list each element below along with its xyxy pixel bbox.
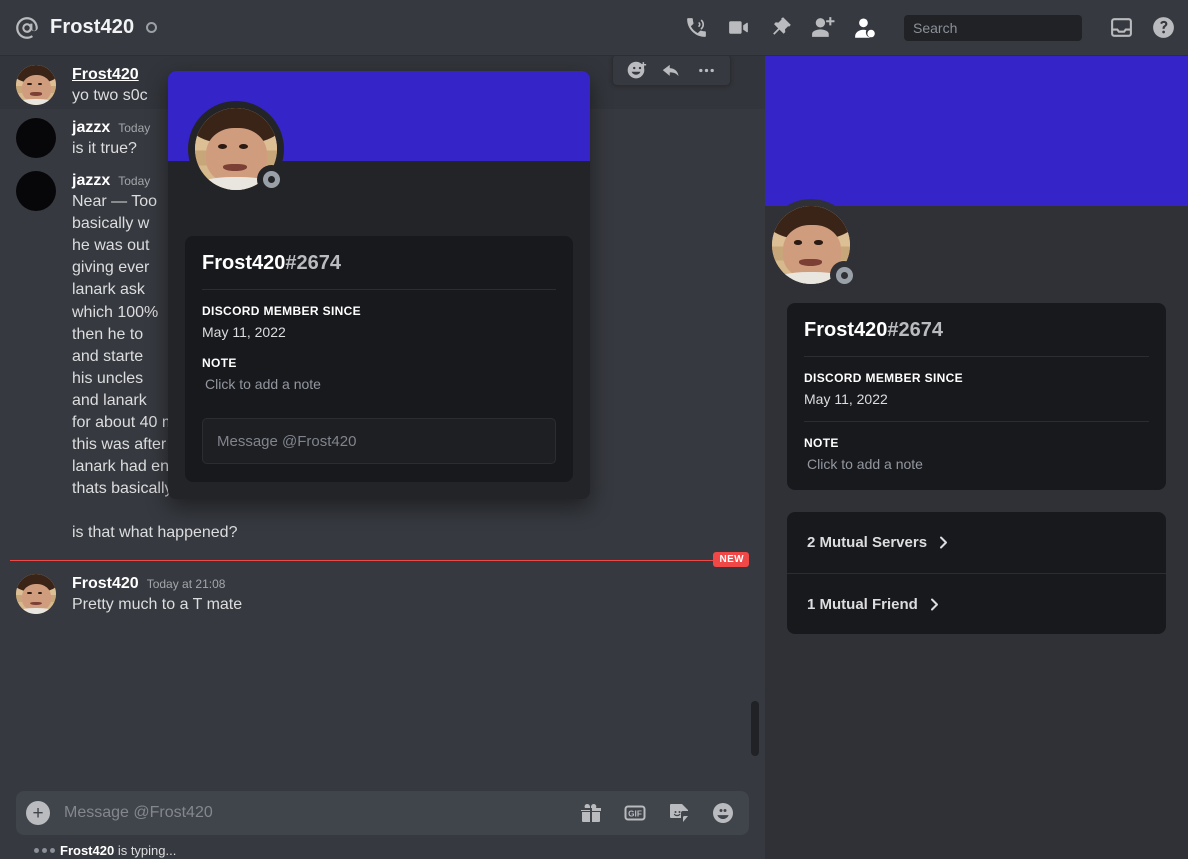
message-author[interactable]: jazzx	[72, 118, 110, 138]
svg-text:GIF: GIF	[628, 810, 642, 819]
mutual-servers-label: 2 Mutual Servers	[807, 534, 928, 551]
header-actions	[684, 14, 1176, 55]
composer-icons: GIF	[579, 801, 735, 825]
profile-avatar[interactable]	[765, 199, 858, 291]
popout-avatar-area	[168, 101, 590, 236]
mutual-servers-row[interactable]: 2 Mutual Servers	[787, 512, 1166, 573]
search-box[interactable]	[904, 14, 1116, 55]
new-messages-divider: NEW	[10, 552, 749, 568]
gift-icon[interactable]	[579, 801, 603, 825]
mention-icon	[14, 15, 40, 41]
message-body: Frost420 Today at 21:08 Pretty much to a…	[72, 574, 747, 616]
message-author[interactable]: Frost420	[72, 574, 139, 594]
channel-header: Frost420	[0, 0, 1188, 56]
avatar-image	[16, 574, 56, 615]
message-author[interactable]: Frost420	[72, 65, 139, 85]
help-icon[interactable]	[1151, 15, 1176, 40]
chevron-right-icon	[936, 535, 951, 550]
popout-info-card: Frost420#2674 DISCORD MEMBER SINCE May 1…	[185, 236, 573, 482]
reply-icon[interactable]	[661, 60, 682, 81]
divider	[202, 289, 556, 290]
member-since-value: May 11, 2022	[804, 391, 888, 407]
gif-icon[interactable]: GIF	[623, 801, 647, 825]
typing-suffix: is typing...	[114, 842, 177, 858]
discriminator-text: #2674	[285, 252, 341, 274]
note-input[interactable]: Click to add a note	[804, 456, 1149, 472]
message-scrollbar[interactable]	[747, 56, 763, 756]
username-text: Frost420	[202, 252, 286, 274]
sticker-icon[interactable]	[667, 801, 691, 825]
mutual-friends-label: 1 Mutual Friend	[807, 595, 918, 613]
username-text: Frost420	[804, 319, 888, 341]
popout-message-box[interactable]	[202, 418, 556, 464]
popout-message-input[interactable]	[217, 432, 541, 450]
typing-dots-icon	[34, 847, 55, 853]
typing-user: Frost420	[60, 842, 115, 858]
add-reaction-icon[interactable]	[626, 60, 647, 81]
typing-indicator: Frost420 is typing...	[16, 835, 749, 859]
add-friends-icon[interactable]	[810, 15, 835, 40]
avatar-image	[16, 65, 56, 105]
inbox-icon[interactable]	[1109, 15, 1134, 40]
discriminator-text: #2674	[887, 319, 943, 341]
dm-title: Frost420	[50, 16, 135, 38]
avatar[interactable]	[16, 171, 56, 212]
message-timestamp: Today at 21:08	[146, 577, 226, 592]
user-profile-popout: Frost420#2674 DISCORD MEMBER SINCE May 1…	[168, 71, 590, 499]
pinned-messages-icon[interactable]	[768, 15, 793, 40]
emoji-icon[interactable]	[711, 801, 735, 825]
popout-username: Frost420#2674	[202, 252, 556, 275]
more-options-icon[interactable]	[696, 60, 717, 81]
message-input[interactable]	[64, 804, 579, 822]
user-profile-sidebar: Frost420#2674 DISCORD MEMBER SINCE May 1…	[765, 56, 1188, 859]
chevron-right-icon	[927, 597, 942, 612]
start-voice-call-icon[interactable]	[684, 15, 709, 40]
search-input[interactable]	[913, 19, 1094, 36]
message-header: Frost420 Today at 21:08	[72, 574, 747, 594]
message-composer[interactable]: + GIF	[16, 791, 749, 835]
divider	[804, 356, 1149, 357]
typing-text: Frost420 is typing...	[60, 843, 176, 858]
popout-avatar[interactable]	[188, 101, 286, 197]
note-label: NOTE	[804, 436, 839, 450]
message-hover-toolbar	[612, 54, 731, 86]
message-timestamp: Today	[118, 121, 151, 136]
message-author[interactable]: jazzx	[72, 171, 110, 191]
mutuals-box: 2 Mutual Servers 1 Mutual Friend	[787, 512, 1166, 634]
mutual-friends-row[interactable]: 1 Mutual Friend	[787, 573, 1166, 634]
profile-username: Frost420#2674	[804, 319, 1149, 342]
member-since-value: May 11, 2022	[202, 324, 286, 340]
discord-dm-window: Frost420 Search Frost420 yo two s0c jazz…	[0, 0, 1188, 859]
avatar[interactable]	[16, 118, 56, 159]
member-since-label: DISCORD MEMBER SINCE	[202, 304, 362, 318]
avatar[interactable]	[16, 65, 56, 105]
avatar[interactable]	[16, 574, 56, 615]
start-video-call-icon[interactable]	[726, 15, 751, 40]
message-timestamp: Today	[118, 174, 151, 189]
status-offline-icon	[257, 165, 286, 194]
user-profile-icon[interactable]	[852, 15, 877, 40]
profile-info-card: Frost420#2674 DISCORD MEMBER SINCE May 1…	[787, 303, 1166, 490]
upload-attachment-icon[interactable]: +	[26, 801, 50, 825]
message-text: Pretty much to a T mate	[72, 596, 243, 614]
message-item[interactable]: Frost420 Today at 21:08 Pretty much to a…	[0, 565, 765, 618]
note-label: NOTE	[202, 356, 237, 370]
note-input[interactable]: Click to add a note	[202, 376, 556, 392]
status-badge	[146, 22, 158, 33]
scrollbar-thumb[interactable]	[751, 701, 759, 756]
status-offline-icon	[830, 261, 858, 289]
profile-banner	[765, 56, 1188, 206]
member-since-label: DISCORD MEMBER SINCE	[804, 371, 964, 385]
composer-area: + GIF	[0, 791, 765, 859]
divider	[804, 421, 1149, 422]
